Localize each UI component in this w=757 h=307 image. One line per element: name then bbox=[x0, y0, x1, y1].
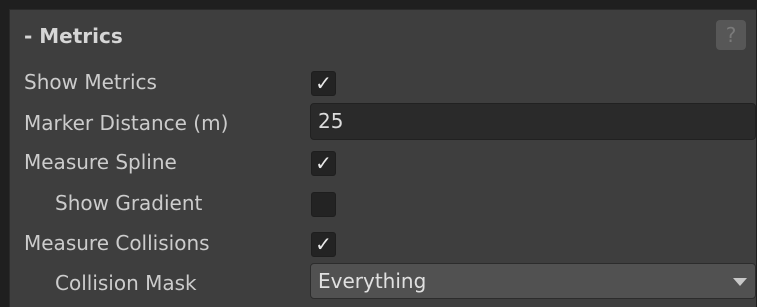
measure-spline-label: Measure Spline bbox=[24, 150, 177, 174]
collision-mask-value: Everything bbox=[318, 269, 427, 293]
section-title[interactable]: - Metrics bbox=[24, 24, 123, 48]
collision-mask-dropdown[interactable]: Everything bbox=[310, 263, 756, 299]
show-metrics-checkbox[interactable]: ✓ bbox=[311, 71, 336, 96]
measure-collisions-checkbox[interactable]: ✓ bbox=[311, 232, 336, 257]
marker-distance-label: Marker Distance (m) bbox=[24, 111, 229, 135]
metrics-panel: - Metrics ? Show Metrics ✓ Marker Distan… bbox=[9, 9, 756, 307]
show-gradient-label: Show Gradient bbox=[55, 191, 203, 215]
dropdown-arrow-icon bbox=[733, 278, 747, 286]
help-icon[interactable]: ? bbox=[716, 20, 746, 50]
collision-mask-label: Collision Mask bbox=[55, 271, 197, 295]
check-icon: ✓ bbox=[315, 71, 332, 95]
measure-spline-checkbox[interactable]: ✓ bbox=[311, 151, 336, 176]
marker-distance-field[interactable]: 25 bbox=[310, 103, 756, 140]
check-icon: ✓ bbox=[315, 151, 332, 175]
section-header[interactable]: - Metrics ? bbox=[10, 10, 756, 58]
measure-collisions-label: Measure Collisions bbox=[24, 231, 210, 255]
show-gradient-checkbox[interactable] bbox=[311, 192, 336, 217]
check-icon: ✓ bbox=[315, 232, 332, 256]
show-metrics-label: Show Metrics bbox=[24, 70, 157, 94]
